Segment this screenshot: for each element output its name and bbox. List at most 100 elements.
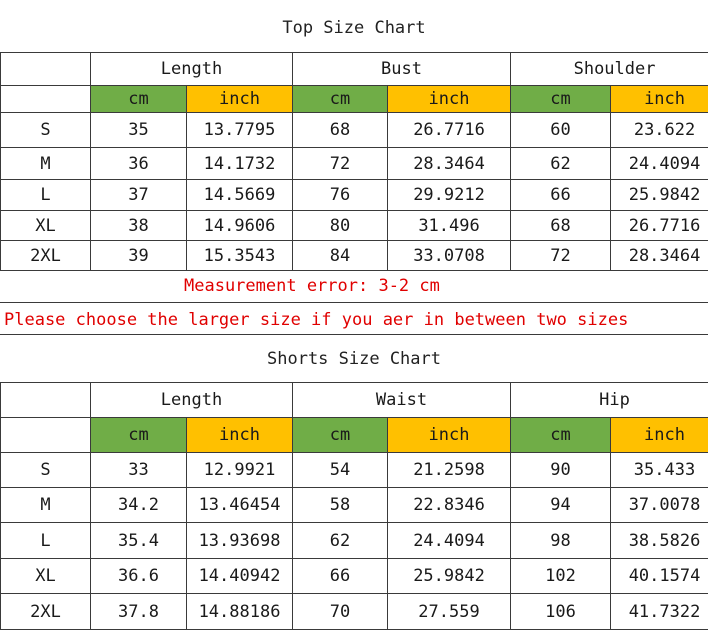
cell-value: 38.5826: [611, 523, 708, 559]
cell-value: 70: [293, 594, 388, 630]
shorts-group-waist: Waist: [293, 383, 511, 418]
cell-value: 72: [511, 241, 611, 271]
top-unit-blank: [1, 86, 91, 113]
table-row: M 36 14.1732 72 28.3464 62 24.4094: [1, 148, 708, 180]
cell-value: 60: [511, 113, 611, 148]
shorts-unit-inch: inch: [611, 418, 708, 453]
size-label: 2XL: [1, 241, 91, 271]
cell-value: 25.9842: [388, 559, 511, 594]
cell-value: 54: [293, 453, 388, 488]
size-advice-note: Please choose the larger size if you aer…: [4, 310, 628, 330]
cell-value: 35.433: [611, 453, 708, 488]
cell-value: 14.5669: [187, 180, 293, 211]
cell-value: 21.2598: [388, 453, 511, 488]
size-label: L: [1, 180, 91, 211]
table-row: L 37 14.5669 76 29.9212 66 25.9842: [1, 180, 708, 211]
cell-value: 12.9921: [187, 453, 293, 488]
cell-value: 13.7795: [187, 113, 293, 148]
cell-value: 90: [511, 453, 611, 488]
top-group-length: Length: [91, 53, 293, 86]
cell-value: 62: [293, 523, 388, 559]
top-unit-cm: cm: [511, 86, 611, 113]
divider: [0, 302, 708, 303]
top-unit-cm: cm: [91, 86, 187, 113]
shorts-group-hip: Hip: [511, 383, 708, 418]
cell-value: 24.4094: [611, 148, 708, 180]
cell-value: 14.40942: [187, 559, 293, 594]
size-chart-page: Top Size Chart Length Bust Shoulder cm i…: [0, 0, 708, 628]
cell-value: 72: [293, 148, 388, 180]
cell-value: 26.7716: [611, 211, 708, 241]
shorts-unit-cm: cm: [293, 418, 388, 453]
cell-value: 66: [511, 180, 611, 211]
cell-value: 29.9212: [388, 180, 511, 211]
cell-value: 106: [511, 594, 611, 630]
shorts-unit-cm: cm: [511, 418, 611, 453]
cell-value: 84: [293, 241, 388, 271]
table-row: 2XL 37.8 14.88186 70 27.559 106 41.7322: [1, 594, 708, 630]
shorts-chart-title: Shorts Size Chart: [0, 349, 708, 369]
shorts-unit-inch: inch: [187, 418, 293, 453]
cell-value: 34.2: [91, 488, 187, 523]
top-unit-inch: inch: [388, 86, 511, 113]
cell-value: 31.496: [388, 211, 511, 241]
cell-value: 35: [91, 113, 187, 148]
cell-value: 37.0078: [611, 488, 708, 523]
cell-value: 25.9842: [611, 180, 708, 211]
cell-value: 28.3464: [388, 148, 511, 180]
cell-value: 35.4: [91, 523, 187, 559]
table-row: XL 36.6 14.40942 66 25.9842 102 40.1574: [1, 559, 708, 594]
cell-value: 13.46454: [187, 488, 293, 523]
divider: [0, 334, 708, 335]
cell-value: 14.1732: [187, 148, 293, 180]
table-row: XL 38 14.9606 80 31.496 68 26.7716: [1, 211, 708, 241]
size-label: XL: [1, 559, 91, 594]
top-chart-title: Top Size Chart: [0, 18, 708, 38]
top-size-table: Length Bust Shoulder cm inch cm inch cm …: [0, 52, 708, 271]
cell-value: 37.8: [91, 594, 187, 630]
cell-value: 94: [511, 488, 611, 523]
cell-value: 76: [293, 180, 388, 211]
cell-value: 102: [511, 559, 611, 594]
cell-value: 80: [293, 211, 388, 241]
size-label: 2XL: [1, 594, 91, 630]
shorts-unit-cm: cm: [91, 418, 187, 453]
cell-value: 26.7716: [388, 113, 511, 148]
size-label: M: [1, 148, 91, 180]
cell-value: 28.3464: [611, 241, 708, 271]
shorts-unit-blank: [1, 418, 91, 453]
cell-value: 39: [91, 241, 187, 271]
cell-value: 41.7322: [611, 594, 708, 630]
shorts-corner-cell: [1, 383, 91, 418]
cell-value: 62: [511, 148, 611, 180]
size-label: XL: [1, 211, 91, 241]
size-label: S: [1, 113, 91, 148]
size-label: S: [1, 453, 91, 488]
measurement-error-note: Measurement error: 3-2 cm: [184, 276, 440, 296]
cell-value: 15.3543: [187, 241, 293, 271]
top-corner-cell: [1, 53, 91, 86]
cell-value: 58: [293, 488, 388, 523]
cell-value: 66: [293, 559, 388, 594]
table-row: 2XL 39 15.3543 84 33.0708 72 28.3464: [1, 241, 708, 271]
cell-value: 36: [91, 148, 187, 180]
cell-value: 24.4094: [388, 523, 511, 559]
cell-value: 13.93698: [187, 523, 293, 559]
cell-value: 98: [511, 523, 611, 559]
table-row: S 35 13.7795 68 26.7716 60 23.622: [1, 113, 708, 148]
table-row: M 34.2 13.46454 58 22.8346 94 37.0078: [1, 488, 708, 523]
cell-value: 14.9606: [187, 211, 293, 241]
size-label: M: [1, 488, 91, 523]
cell-value: 33.0708: [388, 241, 511, 271]
size-label: L: [1, 523, 91, 559]
cell-value: 22.8346: [388, 488, 511, 523]
cell-value: 68: [293, 113, 388, 148]
cell-value: 23.622: [611, 113, 708, 148]
cell-value: 27.559: [388, 594, 511, 630]
top-unit-inch: inch: [611, 86, 708, 113]
cell-value: 36.6: [91, 559, 187, 594]
table-row: L 35.4 13.93698 62 24.4094 98 38.5826: [1, 523, 708, 559]
shorts-group-length: Length: [91, 383, 293, 418]
cell-value: 33: [91, 453, 187, 488]
cell-value: 37: [91, 180, 187, 211]
